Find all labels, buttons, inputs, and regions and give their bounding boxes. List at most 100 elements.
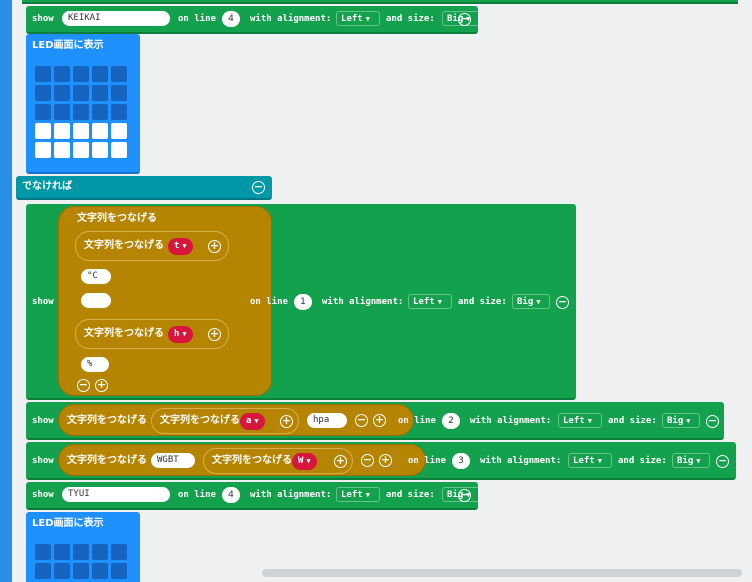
led-cell[interactable] [54,563,70,579]
variable-a[interactable]: a ▼ [240,413,265,430]
minus-circle-icon[interactable]: − [706,415,719,428]
led-cell[interactable] [111,123,127,139]
text-input[interactable] [81,293,111,308]
plus-circle-icon[interactable]: + [280,415,293,428]
led-cell[interactable] [92,142,108,158]
minus-circle-icon[interactable]: − [77,379,90,392]
led-cell[interactable] [92,66,108,82]
led-cell[interactable] [54,123,70,139]
alignment-value: Left [573,456,595,466]
join-strings-block[interactable]: 文字列をつなげる t ▼ + [75,231,229,261]
led-cell[interactable] [92,544,108,560]
led-cell[interactable] [111,104,127,120]
size-dropdown[interactable]: Big ▼ [662,413,700,428]
led-cell[interactable] [111,142,127,158]
else-block[interactable]: でなければ − [16,176,272,200]
minus-circle-icon[interactable]: − [556,296,569,309]
minus-circle-icon[interactable]: − [716,455,729,468]
led-cell[interactable] [73,85,89,101]
alignment-dropdown[interactable]: Left ▼ [408,294,452,309]
text-input[interactable]: WGBT [151,453,195,468]
led-grid[interactable] [35,544,127,579]
show-leds-block[interactable]: LED画面に表示 [26,512,140,582]
variable-name: a [246,416,252,426]
led-cell[interactable] [111,544,127,560]
join-strings-block[interactable]: 文字列をつなげる h ▼ + [75,319,229,349]
size-value: Big [677,456,694,466]
minus-circle-icon[interactable]: − [252,181,265,194]
text-input[interactable]: °C [81,269,111,284]
led-cell[interactable] [35,563,51,579]
led-cell[interactable] [54,85,70,101]
alignment-dropdown[interactable]: Left ▼ [568,453,612,468]
join-strings-block[interactable]: 文字列をつなげる 文字列をつなげる a ▼ + hpa − + [58,404,414,436]
variable-t[interactable]: t ▼ [168,238,193,255]
line-number-input[interactable]: 4 [222,11,240,27]
plus-circle-icon[interactable]: + [379,454,392,467]
variable-w[interactable]: W ▼ [292,453,317,470]
text-input[interactable]: hpa [307,413,347,428]
plus-circle-icon[interactable]: + [208,240,221,253]
plus-circle-icon[interactable]: + [208,328,221,341]
plus-circle-icon[interactable]: + [95,379,108,392]
alignment-dropdown[interactable]: Left ▼ [336,487,380,502]
size-dropdown[interactable]: Big ▼ [512,294,550,309]
led-cell[interactable] [73,104,89,120]
variable-h[interactable]: h ▼ [168,326,193,343]
led-cell[interactable] [92,563,108,579]
led-cell[interactable] [73,563,89,579]
minus-circle-icon[interactable]: − [361,454,374,467]
minus-circle-icon[interactable]: − [458,13,471,26]
show-leds-block[interactable]: LED画面に表示 [26,34,140,174]
led-grid[interactable] [35,66,127,158]
join-strings-block[interactable]: 文字列をつなげる a ▼ + [151,408,299,434]
led-cell[interactable] [54,104,70,120]
led-cell[interactable] [92,104,108,120]
show-string-block[interactable]: show 文字列をつなげる WGBT 文字列をつなげる W ▼ + − + on … [26,442,736,480]
text-input[interactable]: % [81,357,109,372]
on-line-label: on line [250,297,288,307]
join-strings-block[interactable]: 文字列をつなげる W ▼ + [203,448,353,474]
plus-circle-icon[interactable]: + [373,414,386,427]
led-cell[interactable] [73,142,89,158]
led-cell[interactable] [35,142,51,158]
join-strings-block[interactable]: 文字列をつなげる WGBT 文字列をつなげる W ▼ + − + [58,444,426,476]
line-number-input[interactable]: 4 [222,487,240,503]
line-number-input[interactable]: 3 [452,453,470,469]
led-cell[interactable] [54,544,70,560]
workspace[interactable]: show KEIKAI on line 4 with alignment: Le… [0,0,752,582]
led-cell[interactable] [92,85,108,101]
led-cell[interactable] [35,104,51,120]
alignment-dropdown[interactable]: Left ▼ [336,11,380,26]
show-string-block[interactable]: show KEIKAI on line 4 with alignment: Le… [26,6,480,34]
led-cell[interactable] [35,544,51,560]
caret-down-icon: ▼ [437,298,442,306]
text-input[interactable]: TYUI [62,487,170,502]
caret-down-icon: ▼ [365,491,370,499]
plus-circle-icon[interactable]: + [334,455,347,468]
led-cell[interactable] [35,123,51,139]
show-string-block[interactable]: show TYUI on line 4 with alignment: Left… [26,482,480,510]
minus-circle-icon[interactable]: − [458,489,471,502]
led-cell[interactable] [111,66,127,82]
led-cell[interactable] [111,85,127,101]
line-number-input[interactable]: 1 [294,294,312,310]
led-cell[interactable] [54,66,70,82]
alignment-dropdown[interactable]: Left ▼ [558,413,602,428]
show-string-block[interactable]: show 文字列をつなげる 文字列をつなげる a ▼ + hpa − + on l… [26,402,724,440]
size-dropdown[interactable]: Big ▼ [672,453,710,468]
led-cell[interactable] [73,544,89,560]
show-string-block[interactable]: show 文字列をつなげる 文字列をつなげる t ▼ + °C 文字列をつなげる … [26,204,576,400]
line-number-input[interactable]: 2 [442,413,460,429]
led-cell[interactable] [92,123,108,139]
led-cell[interactable] [73,123,89,139]
led-cell[interactable] [35,66,51,82]
text-input[interactable]: KEIKAI [62,11,170,26]
led-cell[interactable] [111,563,127,579]
led-cell[interactable] [35,85,51,101]
led-cell[interactable] [54,142,70,158]
minus-circle-icon[interactable]: − [355,414,368,427]
join-strings-block[interactable]: 文字列をつなげる 文字列をつなげる t ▼ + °C 文字列をつなげる h ▼ + … [58,206,272,396]
led-cell[interactable] [73,66,89,82]
horizontal-scrollbar[interactable] [262,569,742,577]
